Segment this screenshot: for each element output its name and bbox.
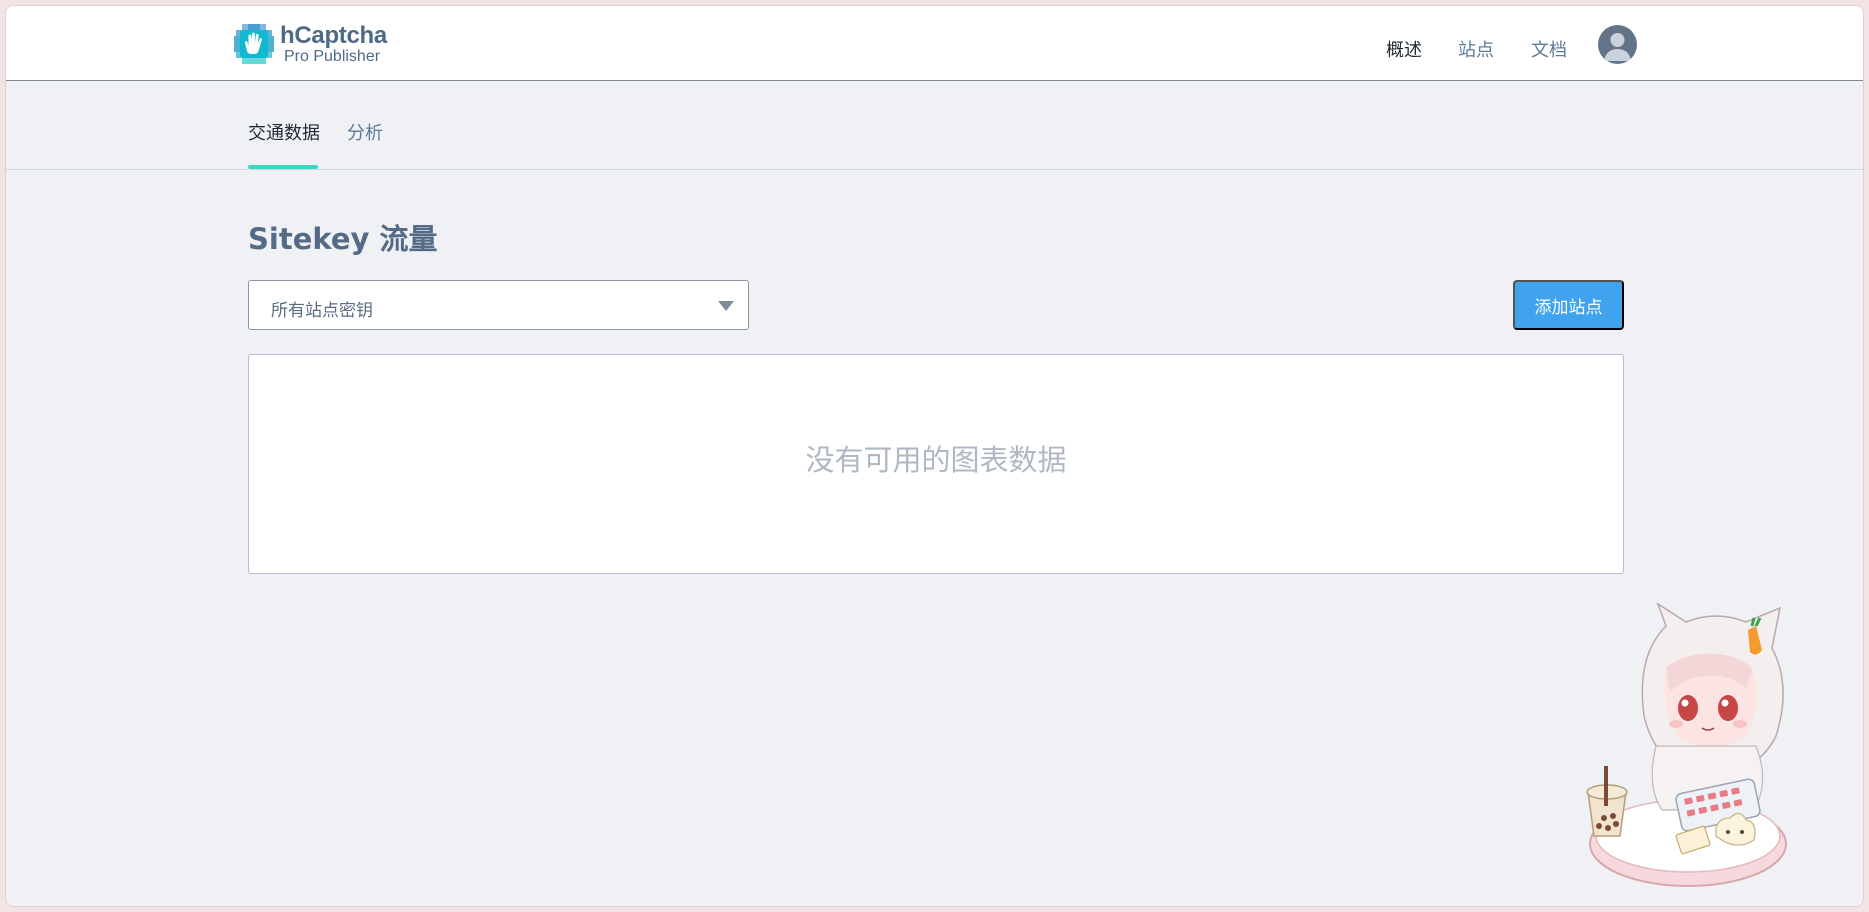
tab-traffic-data[interactable]: 交通数据 xyxy=(248,119,320,145)
user-silhouette-icon xyxy=(1604,33,1631,61)
caret-down-icon xyxy=(718,301,734,311)
nav-overview[interactable]: 概述 xyxy=(1386,36,1422,62)
brand-logo[interactable]: hCaptcha Pro Publisher xyxy=(234,22,387,66)
brand-name: hCaptcha xyxy=(280,21,387,49)
page-title: Sitekey 流量 xyxy=(248,222,438,256)
sitekey-select-value: 所有站点密钥 xyxy=(271,301,373,321)
brand-subtitle: Pro Publisher xyxy=(284,47,381,65)
sitekey-select[interactable]: 所有站点密钥 xyxy=(248,280,749,330)
nav-docs[interactable]: 文档 xyxy=(1531,36,1567,62)
tab-analysis[interactable]: 分析 xyxy=(347,119,383,145)
user-avatar-icon[interactable] xyxy=(1598,25,1637,64)
nav-sites[interactable]: 站点 xyxy=(1458,36,1494,62)
chart-empty-message: 没有可用的图表数据 xyxy=(805,443,1067,477)
active-tab-indicator xyxy=(248,165,318,169)
top-navbar: hCaptcha Pro Publisher 概述 站点 文档 xyxy=(6,6,1863,81)
app-window: hCaptcha Pro Publisher 概述 站点 文档 交通数据 分析 … xyxy=(5,5,1864,907)
anime-mascot-illustration xyxy=(1586,602,1787,887)
sub-navigation-tabs: 交通数据 分析 xyxy=(6,81,1863,170)
hcaptcha-hand-logo-icon xyxy=(234,24,274,64)
add-site-button[interactable]: 添加站点 xyxy=(1513,280,1624,330)
traffic-chart-panel: 没有可用的图表数据 xyxy=(248,354,1624,574)
